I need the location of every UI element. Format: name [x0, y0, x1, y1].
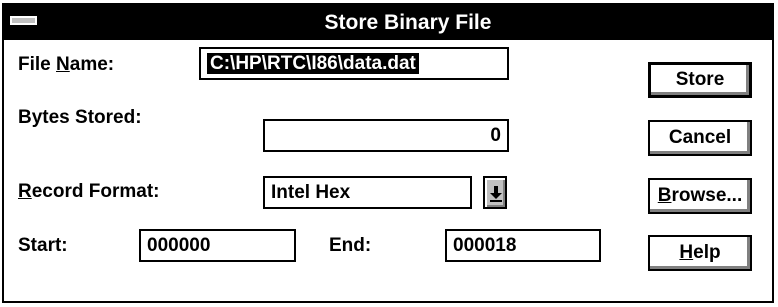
browse-button[interactable]: Browse... — [648, 178, 752, 214]
store-binary-file-dialog: Store Binary File File Name: C:\HP\RTC\I… — [2, 3, 774, 303]
start-label: Start: — [18, 235, 68, 256]
end-input[interactable]: 000018 — [445, 229, 601, 262]
bytes-stored-label: Bytes Stored: — [18, 107, 142, 128]
file-name-value: C:\HP\RTC\I86\data.dat — [207, 53, 419, 74]
dropdown-arrow-icon[interactable] — [483, 176, 507, 209]
start-input[interactable]: 000000 — [139, 229, 296, 262]
store-button[interactable]: Store — [648, 62, 752, 98]
title-bar[interactable]: Store Binary File — [4, 5, 772, 40]
system-menu-icon[interactable] — [4, 5, 44, 40]
file-name-label: File Name: — [18, 54, 115, 75]
bytes-stored-field: 0 — [263, 119, 509, 152]
record-format-select[interactable]: Intel Hex — [263, 176, 472, 209]
record-format-label: Record Format: — [18, 181, 160, 202]
cancel-button[interactable]: Cancel — [648, 120, 752, 156]
help-button[interactable]: Help — [648, 235, 752, 271]
end-label: End: — [329, 235, 372, 256]
window-title: Store Binary File — [324, 11, 492, 34]
file-name-input[interactable]: C:\HP\RTC\I86\data.dat — [199, 47, 509, 80]
